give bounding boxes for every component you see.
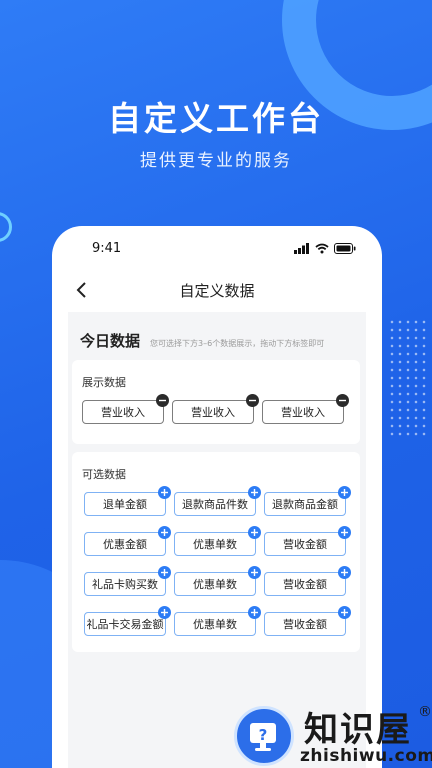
add-icon[interactable] bbox=[248, 526, 261, 539]
nav-bar: 自定义数据 bbox=[52, 270, 382, 310]
watermark-name: 知识屋 bbox=[304, 710, 412, 750]
chip-label: 退款商品件数 bbox=[182, 498, 248, 511]
status-bar: 9:41 bbox=[52, 226, 382, 270]
chip-label: 优惠单数 bbox=[193, 578, 237, 591]
optional-chip[interactable]: 退单金额 bbox=[84, 486, 171, 516]
watermark-logo: ? bbox=[234, 706, 294, 766]
chip-label: 退单金额 bbox=[103, 498, 147, 511]
watermark-domain: zhishiwu.com bbox=[300, 746, 432, 766]
shown-data-title: 展示数据 bbox=[82, 376, 126, 389]
hero-title: 自定义工作台 bbox=[108, 99, 324, 138]
optional-chip[interactable]: 营收金额 bbox=[264, 566, 351, 596]
help-monitor-icon: ? bbox=[250, 723, 276, 751]
add-icon[interactable] bbox=[158, 566, 171, 579]
optional-data-title: 可选数据 bbox=[82, 468, 126, 481]
chip-label: 优惠单数 bbox=[193, 618, 237, 631]
shown-chip[interactable]: 营业收入 bbox=[82, 394, 169, 424]
chip-label: 营收金额 bbox=[283, 538, 327, 551]
chip-label: 优惠单数 bbox=[193, 538, 237, 551]
optional-chip[interactable]: 优惠单数 bbox=[174, 606, 261, 636]
optional-chip[interactable]: 营收金额 bbox=[264, 526, 351, 556]
decorative-ring-small bbox=[0, 212, 12, 242]
add-icon[interactable] bbox=[338, 486, 351, 499]
page-title: 自定义数据 bbox=[179, 281, 255, 300]
decorative-dot-grid bbox=[388, 318, 426, 438]
optional-chip[interactable]: 优惠金额 bbox=[84, 526, 171, 556]
remove-icon[interactable] bbox=[246, 394, 259, 407]
add-icon[interactable] bbox=[248, 486, 261, 499]
chip-label: 营业收入 bbox=[101, 406, 145, 419]
chip-label: 营业收入 bbox=[281, 406, 325, 419]
today-title: 今日数据 bbox=[80, 332, 141, 350]
optional-chip[interactable]: 营收金额 bbox=[264, 606, 351, 636]
add-icon[interactable] bbox=[338, 566, 351, 579]
battery-icon bbox=[334, 242, 356, 254]
chip-label: 退款商品金额 bbox=[272, 498, 338, 511]
chip-label: 营收金额 bbox=[283, 578, 327, 591]
chip-label: 优惠金额 bbox=[103, 538, 147, 551]
chip-label: 营业收入 bbox=[191, 406, 235, 419]
wifi-icon bbox=[315, 243, 329, 253]
chip-label: 礼品卡购买数 bbox=[92, 578, 158, 591]
optional-chip[interactable]: 优惠单数 bbox=[174, 526, 261, 556]
watermark-registered: ® bbox=[418, 704, 432, 720]
hero-subtitle: 提供更专业的服务 bbox=[140, 151, 292, 171]
add-icon[interactable] bbox=[158, 486, 171, 499]
phone-mockup: 9:41 自定义数据 今日数据 您可选择下方3–6个数据展示，拖动下方标签即可 … bbox=[52, 226, 382, 768]
remove-icon[interactable] bbox=[156, 394, 169, 407]
optional-chip[interactable]: 退款商品金额 bbox=[264, 486, 351, 516]
add-icon[interactable] bbox=[158, 606, 171, 619]
add-icon[interactable] bbox=[158, 526, 171, 539]
add-icon[interactable] bbox=[338, 606, 351, 619]
shown-data-card: 展示数据 营业收入 营业收入 营业收入 bbox=[72, 360, 360, 444]
signal-icon bbox=[294, 242, 309, 254]
add-icon[interactable] bbox=[248, 566, 261, 579]
back-arrow-icon[interactable] bbox=[72, 280, 92, 300]
optional-chip[interactable]: 礼品卡交易金额 bbox=[84, 606, 171, 636]
today-header: 今日数据 您可选择下方3–6个数据展示，拖动下方标签即可 bbox=[68, 312, 366, 351]
chip-label: 营收金额 bbox=[283, 618, 327, 631]
chip-label: 礼品卡交易金额 bbox=[86, 618, 164, 631]
shown-chip[interactable]: 营业收入 bbox=[262, 394, 349, 424]
status-icons bbox=[294, 242, 356, 254]
today-hint: 您可选择下方3–6个数据展示，拖动下方标签即可 bbox=[150, 339, 325, 348]
optional-data-card: 可选数据 退单金额 退款商品件数 退款商品金额 优惠金额 优惠单数 营收金额 礼… bbox=[72, 452, 360, 652]
add-icon[interactable] bbox=[338, 526, 351, 539]
add-icon[interactable] bbox=[248, 606, 261, 619]
watermark: ? 知识屋 ® zhishiwu.com bbox=[232, 700, 432, 768]
optional-chip[interactable]: 优惠单数 bbox=[174, 566, 261, 596]
shown-chip[interactable]: 营业收入 bbox=[172, 394, 259, 424]
svg-text:?: ? bbox=[259, 726, 268, 744]
optional-chip[interactable]: 礼品卡购买数 bbox=[84, 566, 171, 596]
remove-icon[interactable] bbox=[336, 394, 349, 407]
status-time: 9:41 bbox=[92, 240, 122, 256]
optional-chip[interactable]: 退款商品件数 bbox=[174, 486, 261, 516]
